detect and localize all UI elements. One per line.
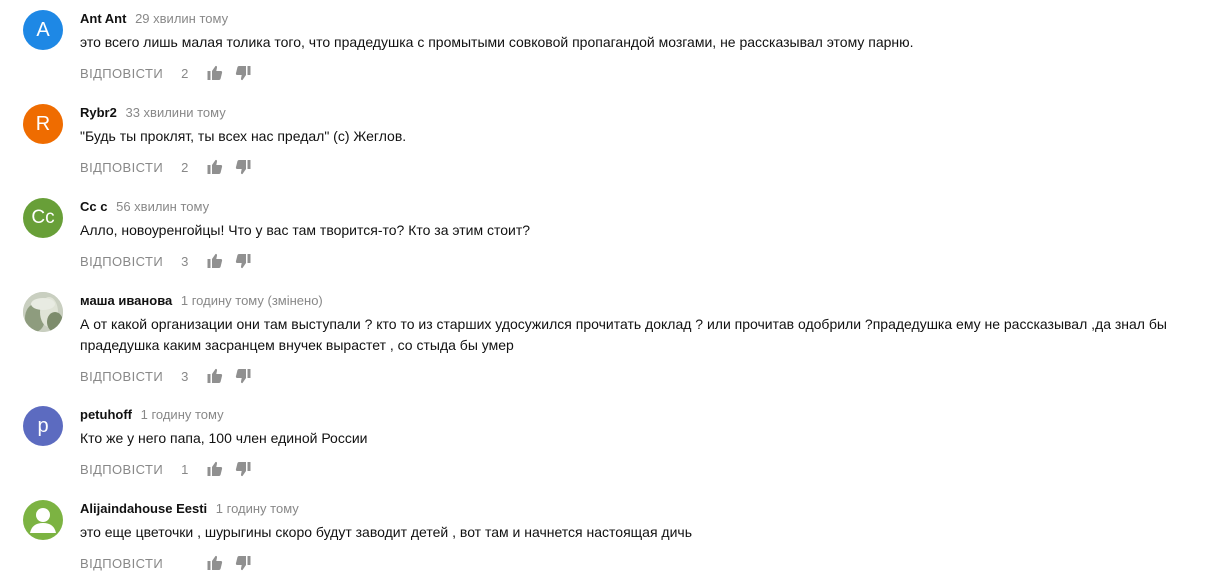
comment-actions: ВІДПОВІСТИ 2 — [80, 157, 1213, 177]
thumbs-up-icon[interactable] — [207, 368, 223, 384]
reply-button[interactable]: ВІДПОВІСТИ — [80, 462, 163, 477]
comment-text: это всего лишь малая толика того, что пр… — [80, 34, 914, 50]
thumbs-up-icon[interactable] — [207, 65, 223, 81]
thumbs-up-icon[interactable] — [207, 461, 223, 477]
thumbs-down-icon[interactable] — [235, 555, 251, 571]
like-count: 3 — [181, 253, 189, 269]
comment-header: Cc c 56 хвилин тому — [80, 198, 1213, 216]
comment-text: "Будь ты проклят, ты всех нас предал" (с… — [80, 128, 407, 144]
comment-text: Кто же у него папа, 100 член единой Росс… — [80, 430, 368, 446]
like-count: 2 — [181, 65, 189, 81]
comment-actions: ВІДПОВІСТИ — [80, 553, 1213, 573]
reply-button[interactable]: ВІДПОВІСТИ — [80, 66, 163, 81]
thumbs-down-icon[interactable] — [235, 461, 251, 477]
avatar[interactable] — [23, 292, 63, 332]
avatar[interactable]: Cc — [23, 198, 63, 238]
comment-body: Rybr2 33 хвилини тому "Будь ты проклят, … — [80, 104, 1213, 177]
author-name[interactable]: petuhoff — [80, 407, 132, 422]
avatar-letter: A — [36, 19, 50, 41]
author-name[interactable]: Ant Ant — [80, 11, 126, 26]
like-count: 3 — [181, 368, 189, 384]
comment-body: Ant Ant 29 хвилин тому это всего лишь ма… — [80, 10, 1213, 83]
comment-timestamp[interactable]: 1 годину тому (змінено) — [181, 293, 323, 308]
comment-header: маша иванова 1 годину тому (змінено) — [80, 292, 1213, 310]
comment-text: это еще цветочки , шурыгины скоро будут … — [80, 524, 693, 540]
avatar-letter: Cc — [31, 207, 55, 228]
comment-actions: ВІДПОВІСТИ 1 — [80, 459, 1213, 479]
avatar[interactable]: A — [23, 10, 63, 50]
avatar-photo — [23, 292, 63, 332]
reply-button[interactable]: ВІДПОВІСТИ — [80, 556, 163, 571]
avatar[interactable] — [23, 500, 63, 540]
reply-button[interactable]: ВІДПОВІСТИ — [80, 369, 163, 384]
comment-header: petuhoff 1 годину тому — [80, 406, 1213, 424]
avatar[interactable]: p — [23, 406, 63, 446]
comment-timestamp[interactable]: 33 хвилини тому — [125, 105, 225, 120]
like-count: 2 — [181, 159, 189, 175]
comment-timestamp[interactable]: 1 годину тому — [216, 501, 299, 516]
comment-timestamp[interactable]: 29 хвилин тому — [135, 11, 228, 26]
author-name[interactable]: Alijaindahouse Eesti — [80, 501, 207, 516]
comment-actions: ВІДПОВІСТИ 3 — [80, 366, 1213, 386]
author-name[interactable]: Rybr2 — [80, 105, 117, 120]
comment-header: Ant Ant 29 хвилин тому — [80, 10, 1213, 28]
thumbs-up-icon[interactable] — [207, 555, 223, 571]
comment-body: маша иванова 1 годину тому (змінено) А о… — [80, 292, 1213, 386]
avatar[interactable]: R — [23, 104, 63, 144]
avatar-letter: R — [35, 113, 51, 135]
avatar-letter: p — [37, 415, 49, 437]
comment-text: А от какой организации они там выступали… — [80, 316, 1171, 353]
thumbs-up-icon[interactable] — [207, 159, 223, 175]
author-name[interactable]: Cc c — [80, 199, 107, 214]
comment-body: Cc c 56 хвилин тому Алло, новоуренгойцы!… — [80, 198, 1213, 271]
comment-timestamp[interactable]: 56 хвилин тому — [116, 199, 209, 214]
comment-text: Алло, новоуренгойцы! Что у вас там твори… — [80, 222, 531, 238]
reply-button[interactable]: ВІДПОВІСТИ — [80, 160, 163, 175]
thumbs-down-icon[interactable] — [235, 159, 251, 175]
comment-actions: ВІДПОВІСТИ 3 — [80, 251, 1213, 271]
like-count: 1 — [181, 461, 189, 477]
comment-timestamp[interactable]: 1 годину тому — [141, 407, 224, 422]
person-icon — [30, 508, 56, 533]
comment-actions: ВІДПОВІСТИ 2 — [80, 63, 1213, 83]
thumbs-down-icon[interactable] — [235, 65, 251, 81]
reply-button[interactable]: ВІДПОВІСТИ — [80, 254, 163, 269]
comment-body: petuhoff 1 годину тому Кто же у него пап… — [80, 406, 1213, 479]
comment-header: Alijaindahouse Eesti 1 годину тому — [80, 500, 1213, 518]
thumbs-down-icon[interactable] — [235, 368, 251, 384]
comment-body: Alijaindahouse Eesti 1 годину тому это е… — [80, 500, 1213, 573]
thumbs-up-icon[interactable] — [207, 253, 223, 269]
comment-header: Rybr2 33 хвилини тому — [80, 104, 1213, 122]
author-name[interactable]: маша иванова — [80, 293, 172, 308]
thumbs-down-icon[interactable] — [235, 253, 251, 269]
